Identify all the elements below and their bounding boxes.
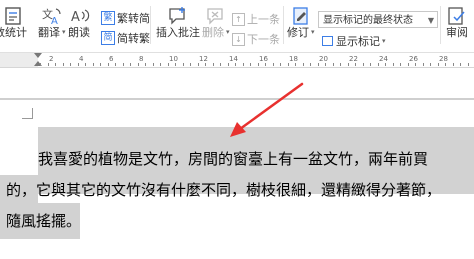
annotation-arrow [230, 82, 304, 137]
